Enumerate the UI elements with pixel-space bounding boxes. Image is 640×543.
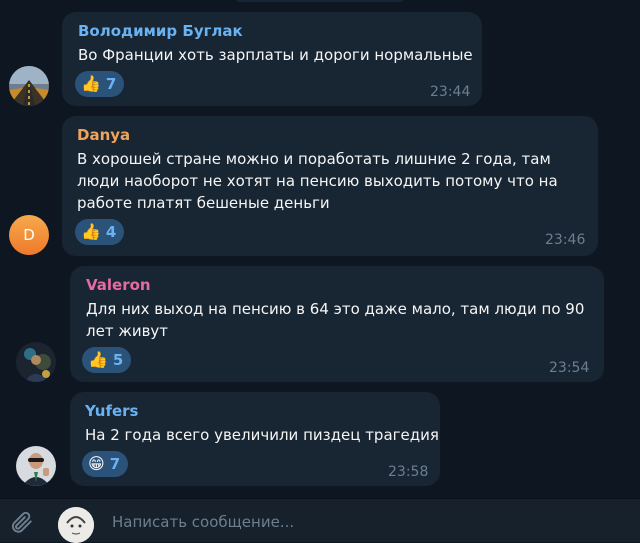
message-text-line: В хорошей стране можно и поработать лишн… [77, 150, 551, 168]
message-time: 23:58 [388, 464, 429, 480]
message-text-line: люди наоборот не хотят на пенсию выходит… [77, 172, 558, 190]
reaction-button[interactable]: 👍 7 [75, 71, 125, 97]
reaction-button[interactable]: 👍 5 [82, 347, 132, 373]
message-composer [0, 498, 640, 543]
avatar[interactable] [9, 66, 49, 106]
avatar-letter: D [23, 226, 35, 244]
message-text: В хорошей стране можно и поработать лишн… [77, 148, 558, 214]
message-author[interactable]: Danya [77, 126, 130, 144]
message-time: 23:46 [545, 232, 586, 248]
message-input[interactable] [112, 513, 592, 531]
reaction-count: 7 [109, 455, 121, 473]
road-photo-icon [9, 66, 49, 106]
previous-message-bubble-edge [235, 0, 405, 2]
message-text-line: работе платят бешеные деньги [77, 194, 330, 212]
reaction-button[interactable]: 👍 4 [75, 219, 125, 245]
person-photo-icon [16, 446, 56, 486]
message-author[interactable]: Yufers [85, 402, 138, 420]
reaction-count: 4 [105, 223, 117, 241]
avatar[interactable] [16, 446, 56, 486]
send-as-avatar[interactable] [58, 507, 94, 543]
message-author[interactable]: Володимир Буглак [78, 22, 243, 40]
avatar[interactable] [16, 342, 56, 382]
message-text-line: Во Франции хоть зарплаты и дороги нормал… [78, 46, 473, 64]
message-text-line: Для них выход на пенсию в 64 это даже ма… [86, 300, 585, 318]
message-author[interactable]: Valeron [86, 276, 151, 294]
reaction-count: 7 [105, 75, 117, 93]
reaction-count: 5 [112, 351, 124, 369]
paperclip-icon[interactable] [8, 509, 34, 539]
reaction-button[interactable]: 😁 7 [82, 451, 129, 477]
avatar[interactable]: D [9, 215, 49, 255]
message-text-line: На 2 года всего увеличили пиздец трагеди… [85, 426, 439, 444]
thumbs-up-icon: 👍 [81, 74, 101, 93]
message-text: На 2 года всего увеличили пиздец трагеди… [85, 424, 439, 446]
message-time: 23:54 [549, 360, 590, 376]
thumbs-up-icon: 👍 [81, 222, 101, 241]
person-photo-icon [16, 342, 56, 382]
sketch-portrait-icon [58, 507, 94, 543]
thumbs-up-icon: 👍 [88, 350, 108, 369]
message-text-line: лет живут [86, 322, 169, 340]
message-text: Во Франции хоть зарплаты и дороги нормал… [78, 44, 473, 66]
message-time: 23:44 [430, 84, 471, 100]
grinning-face-icon: 😁 [88, 454, 105, 473]
message-text: Для них выход на пенсию в 64 это даже ма… [86, 298, 584, 342]
